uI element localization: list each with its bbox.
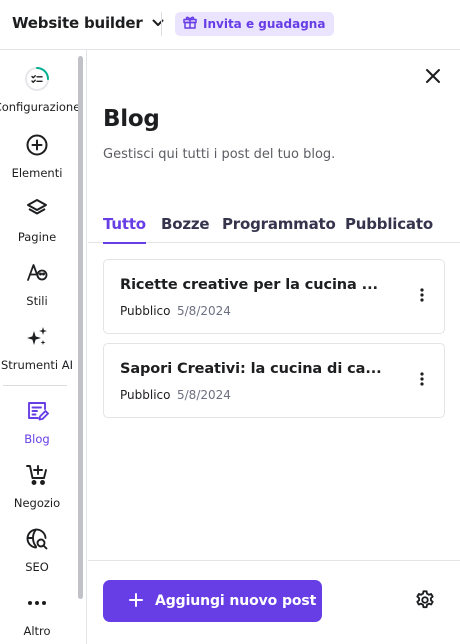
sidebar-item-elementi[interactable]: Elementi: [0, 133, 74, 180]
tab-pubblicato[interactable]: Pubblicato: [345, 215, 433, 243]
left-sidebar: Configurazione Elementi Pagine Stili Str…: [0, 50, 87, 644]
cart-add-icon: [25, 463, 49, 487]
sidebar-item-seo[interactable]: SEO: [0, 527, 74, 574]
sidebar-divider: [3, 385, 67, 386]
page-title: Blog: [103, 106, 160, 132]
panel-footer: Aggiungi nuovo post: [88, 560, 460, 644]
blog-settings-button[interactable]: [413, 590, 437, 614]
tab-programmato[interactable]: Programmato: [222, 215, 336, 243]
post-card[interactable]: Sapori Creativi: la cucina di ca... Pubb…: [103, 343, 445, 418]
post-options-button[interactable]: [412, 368, 432, 392]
sidebar-item-label: Stili: [26, 294, 48, 308]
sidebar-item-label: Configurazione: [0, 100, 81, 114]
post-date: 5/8/2024: [177, 388, 231, 402]
gear-icon: [414, 589, 436, 615]
plus-icon: [129, 592, 143, 611]
invite-and-earn-button[interactable]: Invita e guadagna: [175, 12, 335, 36]
blog-panel: Blog Gestisci qui tutti i post del tuo b…: [88, 50, 460, 644]
close-button[interactable]: [422, 67, 444, 89]
sidebar-item-label: Pagine: [17, 230, 57, 244]
sidebar-item-configurazione[interactable]: Configurazione: [0, 67, 80, 114]
setup-progress-icon: [25, 67, 49, 91]
more-vertical-icon: [420, 371, 424, 390]
post-title: Sapori Creativi: la cucina di ca...: [120, 361, 382, 377]
post-filter-tabs: Tutto Bozze Programmato Pubblicato: [88, 215, 460, 244]
sidebar-item-label: Strumenti AI: [0, 358, 73, 372]
sidebar-item-pagine[interactable]: Pagine: [0, 197, 74, 244]
post-options-button[interactable]: [412, 284, 432, 308]
chevron-down-icon: [151, 16, 165, 30]
sidebar-item-label: Negozio: [13, 496, 61, 510]
blog-icon: [25, 399, 49, 423]
tab-tutto[interactable]: Tutto: [103, 215, 146, 244]
sidebar-item-label: Altro: [23, 624, 51, 638]
sidebar-item-label: Elementi: [11, 166, 63, 180]
sidebar-item-stili[interactable]: Stili: [0, 261, 74, 308]
gift-icon: [182, 14, 198, 34]
close-icon: [425, 68, 441, 88]
add-new-post-label: Aggiungi nuovo post: [155, 593, 317, 609]
styles-icon: [25, 261, 49, 285]
sidebar-item-label: Blog: [24, 432, 50, 446]
invite-label: Invita e guadagna: [203, 17, 326, 31]
sidebar-item-label: SEO: [25, 560, 49, 574]
topbar-divider: [161, 12, 162, 36]
sidebar-item-strumenti-ai[interactable]: Strumenti AI: [0, 325, 74, 372]
sidebar-item-altro[interactable]: Altro: [0, 591, 74, 638]
add-new-post-button[interactable]: Aggiungi nuovo post: [103, 580, 322, 622]
sidebar-item-blog[interactable]: Blog: [0, 399, 74, 446]
layers-icon: [25, 197, 49, 221]
page-subtitle: Gestisci qui tutti i post del tuo blog.: [103, 147, 336, 162]
post-date: 5/8/2024: [177, 304, 231, 318]
plus-circle-icon: [25, 133, 49, 157]
sparkles-icon: [25, 325, 49, 349]
more-horizontal-icon: [25, 591, 49, 615]
post-title: Ricette creative per la cucina ...: [120, 277, 378, 293]
post-card[interactable]: Ricette creative per la cucina ... Pubbl…: [103, 259, 445, 334]
app-title: Website builder: [12, 14, 143, 32]
top-bar: Website builder Invita e guadagna: [0, 0, 460, 50]
app-switcher[interactable]: Website builder: [12, 14, 165, 32]
seo-icon: [25, 527, 49, 551]
sidebar-item-negozio[interactable]: Negozio: [0, 463, 74, 510]
sidebar-scrollbar[interactable]: [78, 56, 83, 599]
post-status: Pubblico: [120, 304, 171, 318]
tab-bozze[interactable]: Bozze: [161, 215, 210, 243]
more-vertical-icon: [420, 287, 424, 306]
post-status: Pubblico: [120, 388, 171, 402]
